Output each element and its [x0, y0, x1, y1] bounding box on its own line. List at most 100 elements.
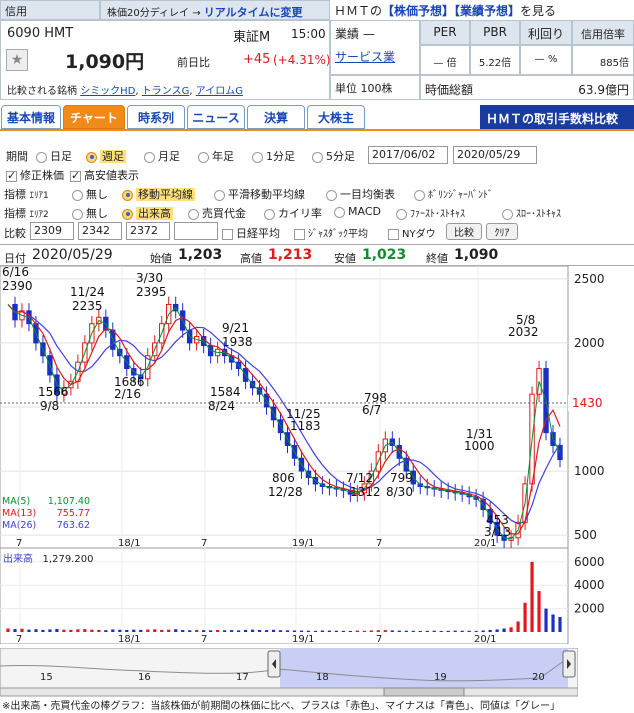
volume-bar — [174, 629, 178, 632]
range-navigator[interactable]: 15 16 17 18 19 20 — [0, 648, 578, 698]
compare-link-3[interactable]: アイロムG — [196, 86, 243, 97]
period-monthly[interactable]: 月足 — [144, 148, 180, 164]
period-weekly[interactable]: 週足 — [86, 148, 126, 164]
area2-macd[interactable]: MACD — [334, 205, 381, 218]
volume-tick-label: 4000 — [574, 578, 605, 592]
ohlc-bar: 日付 2020/05/29 始値 1,203 高値 1,213 安値 1,023… — [0, 244, 634, 266]
unit-label: 単位 — [335, 82, 357, 95]
perf-forecast-link[interactable]: 【業績予想】 — [454, 4, 520, 18]
area2-none[interactable]: 無し — [72, 205, 108, 221]
volume-bar — [20, 628, 24, 632]
compare-button[interactable]: 比較 — [446, 223, 482, 240]
compare-link-1[interactable]: シミックHD — [80, 86, 135, 97]
candle-body — [557, 444, 563, 461]
area2-slow-stoch[interactable]: ｽﾛｰ･ｽﾄｷｬｽ — [502, 205, 561, 220]
area1-none[interactable]: 無し — [72, 186, 108, 202]
forecast-suffix: を見る — [520, 4, 557, 18]
favorite-button[interactable]: ★ — [6, 49, 28, 71]
ohlc-date: 2020/05/29 — [32, 247, 113, 263]
tab-news[interactable]: ニュース — [187, 105, 245, 129]
navigator-tick-label: 19 — [434, 672, 447, 683]
margin-value: 885倍 — [572, 45, 634, 75]
checkbox-checked-icon — [6, 169, 17, 182]
area1-ma[interactable]: 移動平均線 — [122, 186, 195, 202]
volume-bar — [125, 630, 129, 632]
period-1min[interactable]: 1分足 — [252, 148, 295, 164]
date-from-input[interactable]: 2017/06/02 — [368, 146, 448, 164]
stock-forecast-link[interactable]: 【株価予想】 — [382, 4, 454, 18]
price-chart[interactable]: 5001000150020002500 6/16239011/2422353/3… — [0, 266, 634, 548]
area1-bollinger[interactable]: ﾎﾞﾘﾝｼﾞｬｰﾊﾞﾝﾄﾞ — [414, 186, 493, 201]
highlow-toggle[interactable]: 高安値表示 — [70, 167, 139, 183]
price-annotation: 3/13 — [484, 525, 511, 539]
unit-cell: 単位 100株 — [330, 75, 420, 100]
tab-timeseries[interactable]: 時系列 — [127, 105, 185, 129]
area2-deviation[interactable]: カイリ率 — [264, 205, 322, 221]
volume-bar — [153, 629, 157, 632]
margin-header: 信用倍率 — [572, 20, 634, 45]
navigator-scroll-thumb[interactable] — [383, 687, 465, 697]
industry-link[interactable]: サービス業 — [335, 48, 395, 65]
radio-icon — [326, 189, 337, 201]
volume-bar — [383, 630, 387, 632]
indicator-area2: 指標 ｴﾘｱ2 — [4, 207, 49, 220]
volume-bar — [167, 629, 171, 632]
tab-chart[interactable]: チャート — [63, 105, 125, 129]
area2-fast-stoch[interactable]: ﾌｧｰｽﾄ･ｽﾄｷｬｽ — [396, 205, 465, 220]
volume-bar — [243, 629, 248, 632]
volume-bar — [271, 629, 276, 632]
period-yearly[interactable]: 年足 — [198, 148, 234, 164]
footer-note: ※出来高・売買代金の棒グラフ：当該株価が前期間の株価に比べ、プラスは「赤色」、マ… — [2, 701, 560, 712]
volume-tick-label: 2000 — [574, 602, 605, 616]
navigator-tick-label: 15 — [40, 672, 53, 683]
navigator-right-handle[interactable] — [562, 650, 576, 678]
nydow-toggle[interactable]: NYダウ — [388, 225, 436, 240]
tab-shareholders[interactable]: 大株主 — [307, 105, 365, 129]
industry-label: 業績 — [335, 27, 360, 41]
volume-bar — [362, 630, 366, 632]
volume-bar — [27, 629, 31, 632]
volume-bar — [355, 630, 359, 632]
volume-bar — [69, 629, 73, 632]
volume-chart[interactable]: 6000 4000 2000 7 18/1 7 19/1 7 20/1 — [0, 548, 634, 644]
compare-link-2[interactable]: トランスG — [142, 86, 190, 97]
price-annotation: 6/16 — [2, 266, 29, 279]
price-annotation: 11/24 — [70, 285, 105, 299]
tab-basic-info[interactable]: 基本情報 — [1, 105, 61, 129]
tab-earnings[interactable]: 決算 — [247, 105, 305, 129]
volume-bar — [516, 621, 520, 632]
volume-bar — [104, 630, 108, 632]
volume-bar — [481, 630, 485, 632]
volume-x-tick-label: 7 — [16, 634, 22, 644]
price-annotation: 6/7 — [362, 403, 381, 417]
navigator-scrollbar[interactable] — [0, 687, 578, 697]
clear-button[interactable]: ｸﾘｱ — [486, 223, 518, 240]
jasdaq-toggle[interactable]: ｼﾞｬｽﾀﾞｯｸ平均 — [294, 225, 368, 240]
compare-input-3[interactable]: 2372 — [126, 222, 170, 240]
volume-bar — [467, 630, 471, 632]
area1-ichimoku[interactable]: 一目均衡表 — [326, 186, 395, 202]
compare-input-1[interactable]: 2309 — [30, 222, 74, 240]
adjusted-price-toggle[interactable]: 修正株価 — [6, 167, 64, 183]
date-to-input[interactable]: 2020/05/29 — [453, 146, 537, 164]
ma-legend: MA(5) 1,107.40 MA(13) 755.77 MA(26) 763.62 — [2, 496, 92, 532]
volume-bar — [439, 630, 443, 632]
period-5min[interactable]: 5分足 — [312, 148, 355, 164]
area2-turnover[interactable]: 売買代金 — [188, 205, 246, 221]
volume-bar — [369, 630, 373, 632]
price-tick-label: 2500 — [574, 272, 605, 286]
fee-compare-banner[interactable]: ＨＭＴの取引手数料比較 — [480, 105, 634, 129]
mcap-cell: 時価総額 63.9億円 — [420, 75, 634, 100]
compare-input-4[interactable] — [174, 222, 218, 240]
period-daily[interactable]: 日足 — [36, 148, 72, 164]
area2-volume[interactable]: 出来高 — [122, 205, 173, 221]
nikkei-toggle[interactable]: 日経平均 — [222, 225, 280, 241]
navigator-tick-label: 17 — [236, 672, 249, 683]
price-annotation: 1938 — [222, 335, 253, 349]
area1-ema[interactable]: 平滑移動平均線 — [214, 186, 305, 202]
realtime-link[interactable]: リアルタイムに変更 — [204, 6, 303, 19]
navigator-left-handle[interactable] — [267, 650, 281, 678]
indicator-area1: 指標 ｴﾘｱ1 — [4, 188, 49, 201]
compare-input-2[interactable]: 2342 — [78, 222, 122, 240]
volume-bar — [285, 630, 290, 632]
